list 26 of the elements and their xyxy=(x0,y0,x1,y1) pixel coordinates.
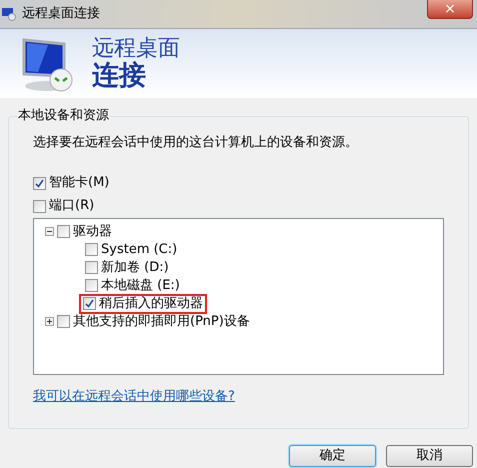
dialog-button[interactable]: 确定 xyxy=(289,445,376,467)
help-link[interactable]: 我可以在远程会话中使用哪些设备? xyxy=(33,386,235,406)
tree-item-label[interactable]: 驱动器 xyxy=(73,222,112,242)
header-title: 远程桌面 xyxy=(92,38,180,60)
checkbox[interactable] xyxy=(85,279,98,292)
checkbox[interactable] xyxy=(33,200,46,212)
window-title: 远程桌面连接 xyxy=(22,5,100,24)
checkbox-label[interactable]: 端口(R) xyxy=(49,196,94,216)
checkbox[interactable] xyxy=(57,315,70,328)
checkbox-label[interactable]: 智能卡(M) xyxy=(49,173,110,193)
tree-item-label[interactable]: 新加卷 (D:) xyxy=(101,258,169,278)
checkbox[interactable] xyxy=(33,176,46,190)
checkbox[interactable] xyxy=(57,225,70,238)
expand-icon[interactable] xyxy=(45,317,54,326)
collapse-icon[interactable] xyxy=(45,227,54,236)
monitor-icon xyxy=(2,7,16,21)
description-text: 选择要在远程会话中使用的这台计算机上的设备和资源。 xyxy=(33,134,359,152)
tree-item-label[interactable]: 稍后插入的驱动器 xyxy=(99,294,203,314)
tree-item-label[interactable]: 其他支持的即插即用(PnP)设备 xyxy=(73,312,250,332)
checkbox[interactable] xyxy=(83,297,96,310)
header-title: 连接 xyxy=(92,62,147,89)
dialog-button[interactable]: 取消 xyxy=(386,445,473,467)
tree-item-label[interactable]: System (C:) xyxy=(101,240,178,260)
checkbox[interactable] xyxy=(85,243,98,256)
tree-item-label[interactable]: 本地磁盘 (E:) xyxy=(101,276,180,296)
checkbox[interactable] xyxy=(85,261,98,274)
